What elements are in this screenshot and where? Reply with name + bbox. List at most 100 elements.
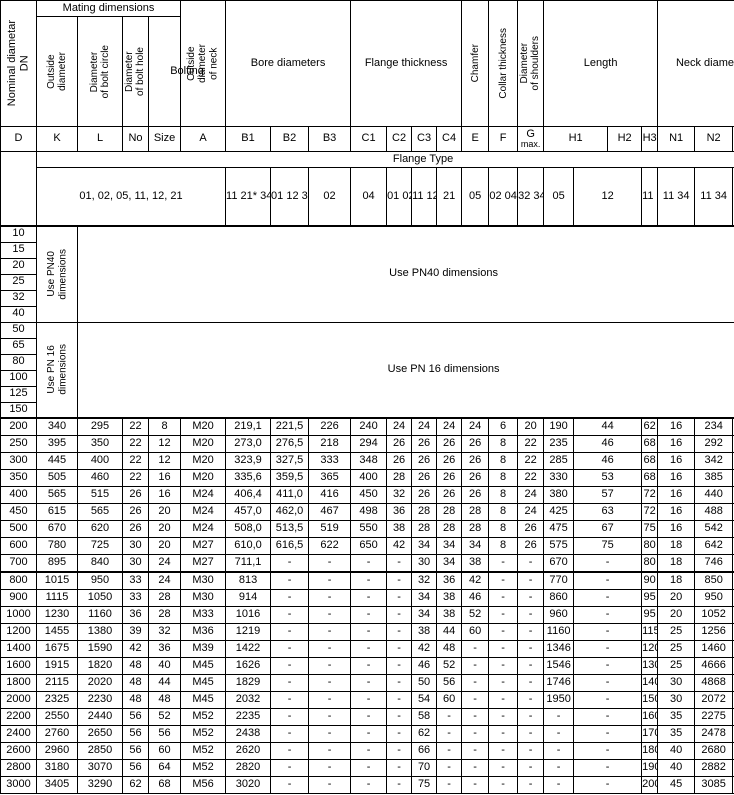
- data-cell: -: [308, 623, 352, 641]
- data-cell: 68: [641, 435, 659, 453]
- table-row: 700 895 840 30 24 M27 711,1- - - -30 34 38- -670-80 1…: [0, 554, 734, 573]
- data-cell: 46: [573, 452, 643, 470]
- data-cell: 2032: [225, 691, 272, 709]
- data-cell: 2680: [694, 742, 734, 760]
- data-cell: 914: [225, 589, 272, 607]
- data-cell: 1219: [225, 623, 272, 641]
- data-cell: -: [517, 776, 545, 794]
- data-cell: -: [517, 640, 545, 658]
- data-cell: 48: [147, 691, 182, 709]
- data-cell: 50: [411, 674, 438, 692]
- data-cell: 505: [36, 469, 78, 487]
- header-group-bore-diameters: Bore diameters: [225, 0, 352, 127]
- data-cell: -: [573, 742, 643, 760]
- data-cell: -: [350, 606, 388, 624]
- data-cell: 670: [543, 554, 575, 573]
- data-cell: 57: [573, 486, 643, 504]
- data-cell: 34: [436, 554, 463, 573]
- data-cell: 36: [436, 571, 463, 590]
- dn-cell: 2400: [0, 725, 37, 743]
- data-cell: 16: [657, 520, 696, 538]
- dn-cell: 2600: [0, 742, 37, 760]
- data-cell: 28: [461, 520, 490, 538]
- table-row: 500 670 620 26 20 M24 508,0 513,5 519 550 38 28 28 28…: [0, 520, 734, 538]
- code-cell-B3: B3: [308, 126, 352, 152]
- data-cell: 75: [411, 776, 438, 794]
- data-cell: -: [308, 742, 352, 760]
- data-cell: -: [270, 623, 310, 641]
- data-cell: 365: [308, 469, 352, 487]
- data-cell: 66: [411, 742, 438, 760]
- data-cell: 22: [517, 452, 545, 470]
- dn-cell: 2200: [0, 708, 37, 726]
- data-cell: -: [350, 742, 388, 760]
- data-cell: -: [308, 776, 352, 794]
- data-cell: 221,5: [270, 417, 310, 436]
- data-cell: 2882: [694, 759, 734, 777]
- data-cell: 240: [350, 417, 388, 436]
- code-cell-H2: H2: [607, 126, 643, 152]
- data-cell: 292: [694, 435, 734, 453]
- data-cell: 26: [386, 452, 413, 470]
- data-cell: -: [308, 708, 352, 726]
- dn-cell: 200: [0, 417, 37, 436]
- data-cell: 34: [411, 589, 438, 607]
- code-cell-A: A: [180, 126, 227, 152]
- data-cell: -: [573, 759, 643, 777]
- data-cell: 234: [694, 417, 734, 436]
- data-cell: 3290: [77, 776, 123, 794]
- data-cell: 56: [122, 742, 149, 760]
- data-cell: M45: [180, 657, 227, 675]
- data-cell: 2650: [77, 725, 123, 743]
- flange-type-C3: 21: [436, 167, 463, 227]
- data-cell: 226: [308, 417, 352, 436]
- data-cell: 3180: [36, 759, 78, 777]
- data-cell: 1052: [694, 606, 734, 624]
- data-cell: 295: [77, 417, 123, 436]
- data-cell: -: [517, 759, 545, 777]
- data-cell: -: [488, 725, 519, 743]
- data-cell: 160: [641, 708, 659, 726]
- data-cell: 190: [641, 759, 659, 777]
- data-cell: 2438: [225, 725, 272, 743]
- data-cell: -: [573, 691, 643, 709]
- data-cell: 1915: [36, 657, 78, 675]
- data-cell: M24: [180, 520, 227, 538]
- data-cell: 42: [122, 640, 149, 658]
- data-cell: M39: [180, 640, 227, 658]
- data-cell: -: [350, 691, 388, 709]
- data-cell: -: [386, 657, 413, 675]
- data-cell: -: [308, 554, 352, 573]
- dn-cell: 2000: [0, 691, 37, 709]
- data-cell: 406,4: [225, 486, 272, 504]
- data-cell: 56: [147, 725, 182, 743]
- data-cell: -: [386, 742, 413, 760]
- data-cell: 44: [436, 623, 463, 641]
- data-cell: 8: [488, 469, 519, 487]
- flange-type-E: 02 04: [488, 167, 519, 227]
- header-outside-diameter: Outside diameter: [36, 16, 78, 127]
- data-cell: -: [517, 742, 545, 760]
- data-cell: -: [350, 708, 388, 726]
- data-cell: -: [543, 725, 575, 743]
- data-cell: 457,0: [225, 503, 272, 521]
- code-cell-H3: H3: [641, 126, 659, 152]
- data-cell: -: [350, 657, 388, 675]
- code-cell-C2: C2: [386, 126, 413, 152]
- flange-type-H1: 12: [573, 167, 643, 227]
- data-cell: 575: [543, 537, 575, 555]
- data-cell: 8: [147, 417, 182, 436]
- flange-type-codes-dn-spacer: [0, 167, 37, 226]
- data-cell: 120: [641, 640, 659, 658]
- data-cell: 2020: [77, 674, 123, 692]
- data-cell: 130: [641, 657, 659, 675]
- data-cell: 950: [694, 589, 734, 607]
- data-cell: 70: [411, 759, 438, 777]
- data-cell: 26: [122, 503, 149, 521]
- data-cell: -: [517, 708, 545, 726]
- data-cell: M30: [180, 589, 227, 607]
- data-cell: 2820: [225, 759, 272, 777]
- code-cell-G: G max.: [517, 126, 545, 152]
- data-cell: 32: [147, 623, 182, 641]
- data-cell: -: [517, 657, 545, 675]
